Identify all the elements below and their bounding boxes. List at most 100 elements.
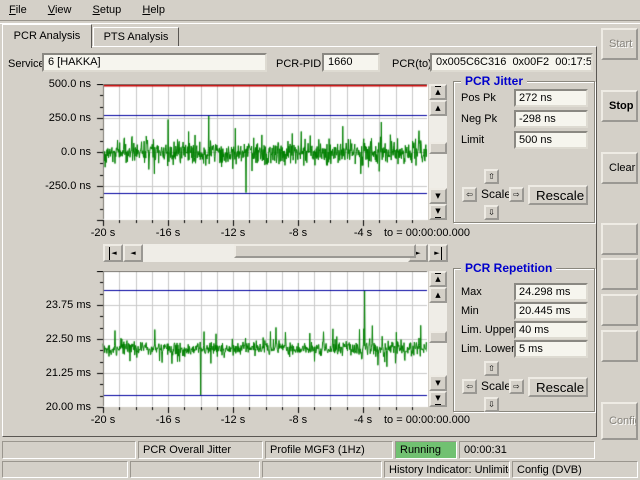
softkey-blank-1[interactable] <box>601 223 638 255</box>
neg-pk-label: Neg Pk <box>461 113 497 125</box>
jitter-scroll-page-up-icon[interactable]: ▲ <box>429 84 447 100</box>
limit-label: Limit <box>461 134 484 146</box>
status2-cell-1 <box>2 461 128 478</box>
menu-item-file[interactable]: File <box>0 0 36 19</box>
status-cell-empty <box>2 441 136 459</box>
service-label: Service <box>8 58 45 70</box>
pcr-repetition-x-tick-label: -16 s <box>146 414 190 426</box>
menu-divider <box>0 20 640 24</box>
jitter-scroll-up-icon[interactable]: ▲ <box>429 100 447 116</box>
max-label: Max <box>461 286 482 298</box>
pcr-jitter-x-tick-label: -20 s <box>81 227 125 239</box>
repetition-scale-up-icon[interactable]: ⇧ <box>484 361 499 376</box>
status-elapsed-time: 00:00:31 <box>459 441 595 459</box>
config-button[interactable]: Config <box>601 402 638 440</box>
lim-upper-value: 40 ms <box>514 321 588 339</box>
pcr-jitter-y-tick-label: -250.0 ns <box>26 180 91 192</box>
pcr-repetition-chart <box>95 271 428 415</box>
pcr-jitter-panel-title: PCR Jitter <box>461 74 527 88</box>
tab-pcr-analysis[interactable]: PCR Analysis <box>2 24 92 48</box>
status-measurement: PCR Overall Jitter <box>138 441 263 459</box>
pcr-jitter-y-tick-label: 500.0 ns <box>26 78 91 90</box>
pcr-pid-label: PCR-PID <box>276 58 321 70</box>
pos-pk-label: Pos Pk <box>461 92 496 104</box>
lim-upper-label: Lim. Upper <box>461 324 515 336</box>
repetition-scroll-up-icon[interactable]: ▲ <box>429 287 447 303</box>
softkey-blank-2[interactable] <box>601 258 638 290</box>
pcr-jitter-y-tick-label: 250.0 ns <box>26 112 91 124</box>
pcr-jitter-x-tick-label: -12 s <box>211 227 255 239</box>
menu-item-view[interactable]: View <box>39 0 81 19</box>
min-value: 20.445 ms <box>514 302 588 320</box>
pcr-pid-field: 1660 <box>322 53 380 72</box>
max-value: 24.298 ms <box>514 283 588 301</box>
repetition-vertical-scrollbar: ▲ ▲ ▼ ▼ <box>429 271 447 407</box>
lim-lower-value: 5 ms <box>514 340 588 358</box>
lim-lower-label: Lim. Lower <box>461 343 515 355</box>
repetition-scroll-page-down-icon[interactable]: ▼ <box>429 391 447 407</box>
neg-pk-value: -298 ns <box>514 110 588 128</box>
jitter-scale-down-icon[interactable]: ⇩ <box>484 205 499 220</box>
time-scroll-thumb[interactable] <box>234 244 416 258</box>
softkey-blank-3[interactable] <box>601 294 638 326</box>
service-field[interactable]: 6 [HAKKA] <box>42 53 267 72</box>
pcr-jitter-chart <box>95 84 428 228</box>
pcr-repetition-x-tick-label: -4 s <box>341 414 385 426</box>
pcr-jitter-x-end-label: to = 00:00:00.000 <box>384 227 484 239</box>
pcr-repetition-y-tick-label: 20.00 ms <box>26 401 91 413</box>
jitter-scroll-page-down-icon[interactable]: ▼ <box>429 204 447 220</box>
pcr-repetition-x-tick-label: -8 s <box>276 414 320 426</box>
repetition-scale-left-icon[interactable]: ⇦ <box>462 379 477 394</box>
min-label: Min <box>461 305 479 317</box>
status2-cell-2 <box>130 461 260 478</box>
jitter-scale-up-icon[interactable]: ⇧ <box>484 169 499 184</box>
repetition-scroll-page-up-icon[interactable]: ▲ <box>429 271 447 287</box>
status-profile: Profile MGF3 (1Hz) <box>265 441 393 459</box>
pcr-to-label: PCR(to) <box>392 58 432 70</box>
repetition-scale-right-icon[interactable]: ⇨ <box>509 379 524 394</box>
time-scroll-left-icon[interactable]: ◄ <box>123 244 143 262</box>
jitter-vscroll-track[interactable] <box>429 116 447 188</box>
tab-pts-analysis[interactable]: PTS Analysis <box>93 27 179 47</box>
softkey-blank-4[interactable] <box>601 330 638 362</box>
jitter-scale-left-icon[interactable]: ⇦ <box>462 187 477 202</box>
status-config-standard: Config (DVB) <box>512 461 638 478</box>
pcr-analysis-window: File View Setup Help PCR Analysis PTS An… <box>0 0 640 480</box>
pos-pk-value: 272 ns <box>514 89 588 107</box>
jitter-scale-right-icon[interactable]: ⇨ <box>509 187 524 202</box>
clear-button[interactable]: Clear <box>601 152 638 184</box>
time-scroll-home-icon[interactable]: ◄ <box>103 244 123 262</box>
jitter-vertical-scrollbar: ▲ ▲ ▼ ▼ <box>429 84 447 220</box>
repetition-vscroll-track[interactable] <box>429 303 447 375</box>
time-scroll-track[interactable] <box>143 244 408 262</box>
menu-bar: File View Setup Help <box>0 0 640 20</box>
jitter-vscroll-thumb[interactable] <box>429 142 447 154</box>
start-button[interactable]: Start <box>601 28 638 60</box>
status2-cell-3 <box>262 461 382 478</box>
pcr-repetition-y-tick-label: 22.50 ms <box>26 333 91 345</box>
jitter-rescale-button[interactable]: Rescale <box>528 185 588 205</box>
time-horizontal-scrollbar: ◄ ◄ ► ► <box>103 244 448 262</box>
pcr-repetition-x-end-label: to = 00:00:00.000 <box>384 414 484 426</box>
jitter-scroll-down-icon[interactable]: ▼ <box>429 188 447 204</box>
repetition-rescale-button[interactable]: Rescale <box>528 377 588 397</box>
menu-item-setup[interactable]: Setup <box>84 0 131 19</box>
pcr-repetition-panel: PCR Repetition Max 24.298 ms Min 20.445 … <box>453 268 595 412</box>
pcr-jitter-x-tick-label: -4 s <box>341 227 385 239</box>
repetition-vscroll-thumb[interactable] <box>429 331 447 343</box>
pcr-repetition-y-tick-label: 21.25 ms <box>26 367 91 379</box>
pcr-repetition-x-tick-label: -20 s <box>81 414 125 426</box>
time-scroll-end-icon[interactable]: ► <box>428 244 448 262</box>
pcr-to-field: 0x005C6C316 0x00F2 00:17:5 <box>430 53 593 72</box>
repetition-scale-label: Scale <box>481 379 511 393</box>
status-running-cell: Running <box>395 441 457 459</box>
pcr-repetition-x-tick-label: -12 s <box>211 414 255 426</box>
limit-value: 500 ns <box>514 131 588 149</box>
pcr-jitter-panel: PCR Jitter Pos Pk 272 ns Neg Pk -298 ns … <box>453 81 595 223</box>
repetition-scroll-down-icon[interactable]: ▼ <box>429 375 447 391</box>
stop-button[interactable]: Stop <box>601 90 638 122</box>
menu-item-help[interactable]: Help <box>133 0 174 19</box>
jitter-scale-label: Scale <box>481 187 511 201</box>
pcr-jitter-x-tick-label: -8 s <box>276 227 320 239</box>
repetition-scale-down-icon[interactable]: ⇩ <box>484 397 499 412</box>
